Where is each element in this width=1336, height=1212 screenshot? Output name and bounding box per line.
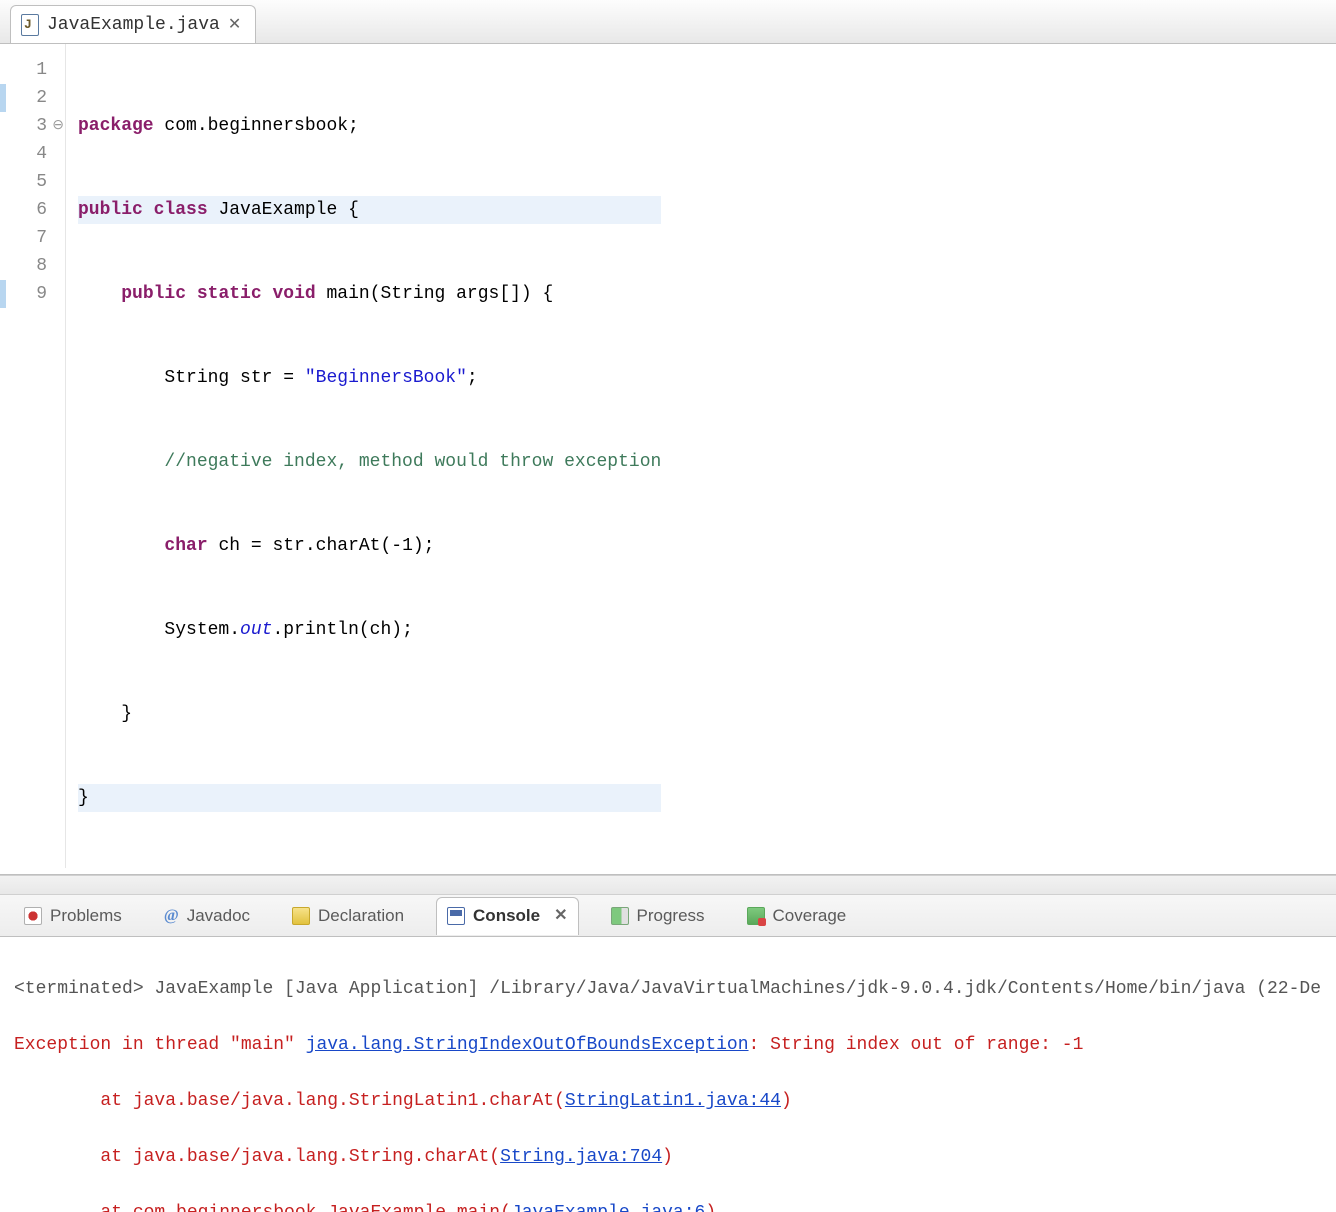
exception-message: Exception in thread "main" — [14, 1035, 306, 1055]
exception-class-link[interactable]: java.lang.StringIndexOutOfBoundsExceptio… — [306, 1035, 749, 1055]
editor-body: 1 2 3 4 5 6 7 8 9 package com.beginnersb… — [0, 44, 1336, 875]
line-number: 1 — [0, 56, 63, 84]
tab-label: Declaration — [318, 906, 404, 926]
line-number: 2 — [0, 84, 63, 112]
line-number[interactable]: 3 — [0, 112, 63, 140]
tab-label: Javadoc — [187, 906, 250, 926]
tab-console[interactable]: Console ✕ — [436, 897, 578, 935]
tab-label: Progress — [637, 906, 705, 926]
console-icon — [447, 907, 465, 925]
editor-tab-bar: JavaExample.java ✕ — [0, 0, 1336, 44]
problems-icon — [24, 907, 42, 925]
line-number: 6 — [0, 196, 63, 224]
line-number: 4 — [0, 140, 63, 168]
source-link[interactable]: JavaExample.java:6 — [511, 1203, 705, 1212]
stack-frame: at com.beginnersbook.JavaExample.main( — [14, 1203, 511, 1212]
console-header: <terminated> JavaExample [Java Applicati… — [14, 975, 1322, 1003]
source-link[interactable]: String.java:704 — [500, 1147, 662, 1167]
declaration-icon — [292, 907, 310, 925]
coverage-icon — [747, 907, 765, 925]
tab-label: Console — [473, 906, 540, 926]
line-number: 8 — [0, 252, 63, 280]
code-editor[interactable]: package com.beginnersbook; public class … — [66, 44, 661, 868]
line-number-gutter: 1 2 3 4 5 6 7 8 9 — [0, 44, 66, 868]
stack-frame: at java.base/java.lang.String.charAt( — [14, 1147, 500, 1167]
source-link[interactable]: StringLatin1.java:44 — [565, 1091, 781, 1111]
tab-declaration[interactable]: Declaration — [282, 897, 414, 935]
tab-coverage[interactable]: Coverage — [737, 897, 857, 935]
console-output[interactable]: <terminated> JavaExample [Java Applicati… — [0, 937, 1336, 1212]
editor-tab-javaexample[interactable]: JavaExample.java ✕ — [10, 5, 256, 43]
line-number: 9 — [0, 280, 63, 308]
close-icon[interactable]: ✕ — [554, 905, 567, 925]
editor-tab-label: JavaExample.java — [47, 15, 220, 35]
close-icon[interactable]: ✕ — [228, 14, 241, 34]
javadoc-icon: @ — [164, 907, 179, 925]
views-tab-bar: Problems @ Javadoc Declaration Console ✕… — [0, 895, 1336, 937]
tab-problems[interactable]: Problems — [14, 897, 132, 935]
tab-progress[interactable]: Progress — [601, 897, 715, 935]
tab-label: Coverage — [773, 906, 847, 926]
line-number: 5 — [0, 168, 63, 196]
panel-resize-gap[interactable] — [0, 875, 1336, 895]
stack-frame: at java.base/java.lang.StringLatin1.char… — [14, 1091, 565, 1111]
java-file-icon — [21, 14, 39, 36]
progress-icon — [611, 907, 629, 925]
tab-javadoc[interactable]: @ Javadoc — [154, 897, 260, 935]
line-number: 7 — [0, 224, 63, 252]
tab-label: Problems — [50, 906, 122, 926]
